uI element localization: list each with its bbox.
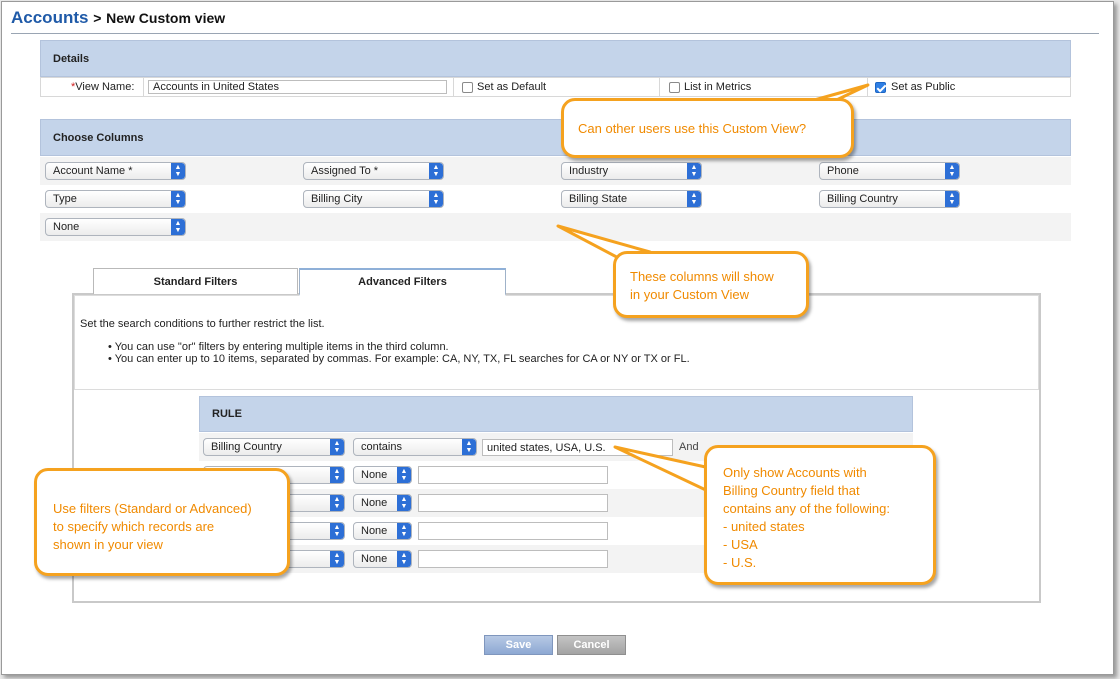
callout-columns: These columns will show in your Custom V… <box>613 251 809 318</box>
callout-pointers <box>556 83 870 494</box>
callout-public: Can other users use this Custom View? <box>561 98 854 158</box>
callout-rule: Only show Accounts with Billing Country … <box>704 445 936 585</box>
callout-filters: Use filters (Standard or Advanced) to sp… <box>34 468 290 576</box>
